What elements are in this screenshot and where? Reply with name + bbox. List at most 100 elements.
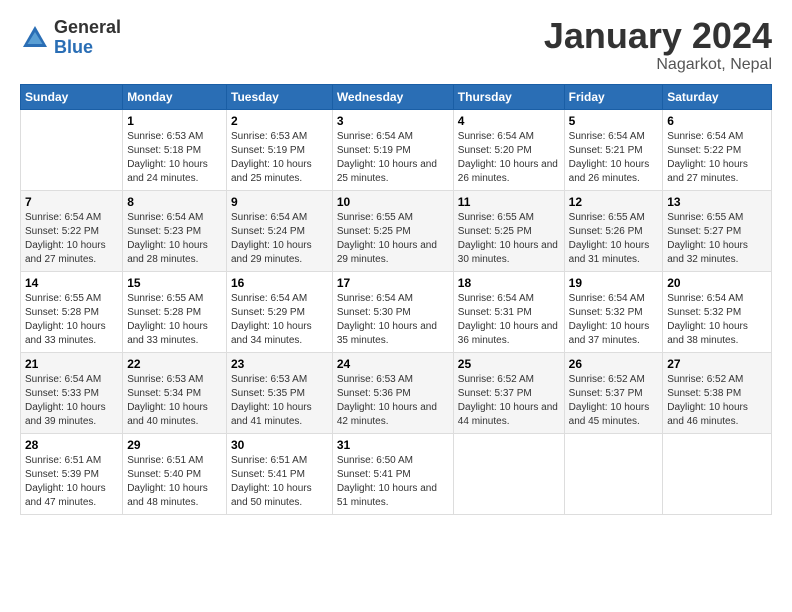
table-cell: 21Sunrise: 6:54 AM Sunset: 5:33 PM Dayli… — [21, 353, 123, 434]
day-info: Sunrise: 6:55 AM Sunset: 5:26 PM Dayligh… — [569, 211, 659, 267]
table-cell: 13 Sunrise: 6:55 AM Sunset: 5:27 PM Dayli… — [663, 191, 772, 272]
table-cell: 26 Sunrise: 6:52 AM Sunset: 5:37 PM Dayli… — [564, 353, 663, 434]
table-cell: 24 Sunrise: 6:53 AM Sunset: 5:36 PM Dayli… — [332, 353, 453, 434]
table-cell: 25 Sunrise: 6:52 AM Sunset: 5:37 PM Dayli… — [453, 353, 564, 434]
day-info: Sunrise: 6:54 AM Sunset: 5:29 PM Dayligh… — [231, 292, 328, 348]
table-cell: 2 Sunrise: 6:53 AM Sunset: 5:19 PM Daylig… — [227, 110, 333, 191]
day-number: 20 — [667, 276, 767, 290]
table-cell: 5 Sunrise: 6:54 AM Sunset: 5:21 PM Daylig… — [564, 110, 663, 191]
day-info: Sunrise: 6:52 AM Sunset: 5:37 PM Dayligh… — [569, 373, 659, 429]
day-info: Sunrise: 6:53 AM Sunset: 5:35 PM Dayligh… — [231, 373, 328, 429]
day-number: 5 — [569, 114, 659, 128]
day-info: Sunrise: 6:51 AM Sunset: 5:41 PM Dayligh… — [231, 454, 328, 510]
table-row: 7Sunrise: 6:54 AM Sunset: 5:22 PM Daylig… — [21, 191, 772, 272]
calendar-table: Sunday Monday Tuesday Wednesday Thursday… — [20, 84, 772, 515]
day-info: Sunrise: 6:52 AM Sunset: 5:37 PM Dayligh… — [458, 373, 560, 429]
day-info: Sunrise: 6:54 AM Sunset: 5:23 PM Dayligh… — [127, 211, 222, 267]
logo-text: General Blue — [54, 18, 121, 58]
day-info: Sunrise: 6:54 AM Sunset: 5:20 PM Dayligh… — [458, 130, 560, 186]
col-thursday: Thursday — [453, 85, 564, 110]
logo: General Blue — [20, 18, 121, 58]
day-number: 31 — [337, 438, 449, 452]
day-number: 24 — [337, 357, 449, 371]
day-number: 18 — [458, 276, 560, 290]
table-cell: 11Sunrise: 6:55 AM Sunset: 5:25 PM Dayli… — [453, 191, 564, 272]
day-number: 10 — [337, 195, 449, 209]
table-cell: 1Sunrise: 6:53 AM Sunset: 5:18 PM Daylig… — [123, 110, 227, 191]
day-info: Sunrise: 6:51 AM Sunset: 5:40 PM Dayligh… — [127, 454, 222, 510]
day-number: 23 — [231, 357, 328, 371]
col-tuesday: Tuesday — [227, 85, 333, 110]
table-cell: 15 Sunrise: 6:55 AM Sunset: 5:28 PM Dayli… — [123, 272, 227, 353]
table-cell: 17Sunrise: 6:54 AM Sunset: 5:30 PM Dayli… — [332, 272, 453, 353]
table-cell: 27Sunrise: 6:52 AM Sunset: 5:38 PM Dayli… — [663, 353, 772, 434]
table-row: 28 Sunrise: 6:51 AM Sunset: 5:39 PM Dayli… — [21, 434, 772, 515]
col-friday: Friday — [564, 85, 663, 110]
month-title: January 2024 — [544, 18, 772, 54]
table-cell: 12 Sunrise: 6:55 AM Sunset: 5:26 PM Dayli… — [564, 191, 663, 272]
header: General Blue January 2024 Nagarkot, Nepa… — [20, 18, 772, 74]
logo-general: General — [54, 18, 121, 38]
table-cell: 16 Sunrise: 6:54 AM Sunset: 5:29 PM Dayli… — [227, 272, 333, 353]
day-info: Sunrise: 6:54 AM Sunset: 5:30 PM Dayligh… — [337, 292, 449, 348]
day-info: Sunrise: 6:53 AM Sunset: 5:36 PM Dayligh… — [337, 373, 449, 429]
table-cell — [453, 434, 564, 515]
day-info: Sunrise: 6:54 AM Sunset: 5:19 PM Dayligh… — [337, 130, 449, 186]
day-info: Sunrise: 6:55 AM Sunset: 5:27 PM Dayligh… — [667, 211, 767, 267]
logo-icon — [20, 23, 50, 53]
day-number: 3 — [337, 114, 449, 128]
table-cell: 19Sunrise: 6:54 AM Sunset: 5:32 PM Dayli… — [564, 272, 663, 353]
day-number: 30 — [231, 438, 328, 452]
location: Nagarkot, Nepal — [544, 56, 772, 74]
table-cell: 4Sunrise: 6:54 AM Sunset: 5:20 PM Daylig… — [453, 110, 564, 191]
table-cell — [21, 110, 123, 191]
day-number: 25 — [458, 357, 560, 371]
col-monday: Monday — [123, 85, 227, 110]
day-info: Sunrise: 6:52 AM Sunset: 5:38 PM Dayligh… — [667, 373, 767, 429]
table-cell: 18 Sunrise: 6:54 AM Sunset: 5:31 PM Dayli… — [453, 272, 564, 353]
day-number: 13 — [667, 195, 767, 209]
day-info: Sunrise: 6:55 AM Sunset: 5:25 PM Dayligh… — [337, 211, 449, 267]
day-info: Sunrise: 6:53 AM Sunset: 5:19 PM Dayligh… — [231, 130, 328, 186]
table-row: 14Sunrise: 6:55 AM Sunset: 5:28 PM Dayli… — [21, 272, 772, 353]
day-info: Sunrise: 6:50 AM Sunset: 5:41 PM Dayligh… — [337, 454, 449, 510]
day-number: 26 — [569, 357, 659, 371]
day-info: Sunrise: 6:54 AM Sunset: 5:31 PM Dayligh… — [458, 292, 560, 348]
col-wednesday: Wednesday — [332, 85, 453, 110]
table-cell: 10 Sunrise: 6:55 AM Sunset: 5:25 PM Dayli… — [332, 191, 453, 272]
table-cell: 7Sunrise: 6:54 AM Sunset: 5:22 PM Daylig… — [21, 191, 123, 272]
day-info: Sunrise: 6:54 AM Sunset: 5:21 PM Dayligh… — [569, 130, 659, 186]
day-number: 2 — [231, 114, 328, 128]
day-info: Sunrise: 6:55 AM Sunset: 5:25 PM Dayligh… — [458, 211, 560, 267]
table-cell — [564, 434, 663, 515]
day-number: 22 — [127, 357, 222, 371]
logo-blue: Blue — [54, 38, 121, 58]
main-container: General Blue January 2024 Nagarkot, Nepa… — [0, 0, 792, 525]
col-sunday: Sunday — [21, 85, 123, 110]
day-number: 12 — [569, 195, 659, 209]
table-cell — [663, 434, 772, 515]
day-info: Sunrise: 6:55 AM Sunset: 5:28 PM Dayligh… — [127, 292, 222, 348]
table-cell: 22Sunrise: 6:53 AM Sunset: 5:34 PM Dayli… — [123, 353, 227, 434]
table-cell: 28 Sunrise: 6:51 AM Sunset: 5:39 PM Dayli… — [21, 434, 123, 515]
col-saturday: Saturday — [663, 85, 772, 110]
table-cell: 3 Sunrise: 6:54 AM Sunset: 5:19 PM Daylig… — [332, 110, 453, 191]
day-number: 29 — [127, 438, 222, 452]
day-number: 16 — [231, 276, 328, 290]
day-number: 6 — [667, 114, 767, 128]
table-row: 1Sunrise: 6:53 AM Sunset: 5:18 PM Daylig… — [21, 110, 772, 191]
table-cell: 14Sunrise: 6:55 AM Sunset: 5:28 PM Dayli… — [21, 272, 123, 353]
table-cell: 29 Sunrise: 6:51 AM Sunset: 5:40 PM Dayli… — [123, 434, 227, 515]
table-cell: 23 Sunrise: 6:53 AM Sunset: 5:35 PM Dayli… — [227, 353, 333, 434]
day-number: 19 — [569, 276, 659, 290]
day-number: 15 — [127, 276, 222, 290]
table-cell: 9Sunrise: 6:54 AM Sunset: 5:24 PM Daylig… — [227, 191, 333, 272]
day-info: Sunrise: 6:53 AM Sunset: 5:18 PM Dayligh… — [127, 130, 222, 186]
table-cell: 30 Sunrise: 6:51 AM Sunset: 5:41 PM Dayli… — [227, 434, 333, 515]
day-number: 9 — [231, 195, 328, 209]
day-number: 8 — [127, 195, 222, 209]
day-info: Sunrise: 6:54 AM Sunset: 5:22 PM Dayligh… — [667, 130, 767, 186]
day-number: 28 — [25, 438, 118, 452]
day-info: Sunrise: 6:51 AM Sunset: 5:39 PM Dayligh… — [25, 454, 118, 510]
day-info: Sunrise: 6:54 AM Sunset: 5:32 PM Dayligh… — [667, 292, 767, 348]
